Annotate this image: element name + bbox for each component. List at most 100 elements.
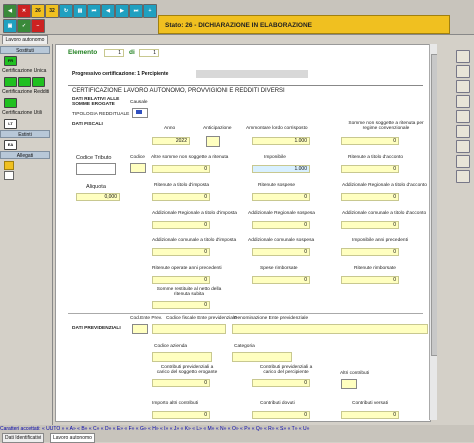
spese-rimborsate-input[interactable]: 0 xyxy=(252,276,310,284)
di-label: di xyxy=(129,49,135,56)
ea-button[interactable]: EA xyxy=(4,140,17,150)
folder-icon[interactable] xyxy=(456,125,470,138)
contributi-versati-input[interactable]: 0 xyxy=(341,411,399,419)
ritenute-acconto-label: Ritenute a titolo d'acconto xyxy=(348,155,404,160)
cu-button-2[interactable] xyxy=(18,77,31,87)
cu-button-3[interactable] xyxy=(32,77,45,87)
add-reg-sospesa-input[interactable]: 0 xyxy=(252,221,310,229)
main-form: Elemento 1 di 1 Progressivo certificazio… xyxy=(55,44,431,422)
code-26-button[interactable]: 26 xyxy=(31,4,45,18)
imponibile-anni-prec-input[interactable]: 0 xyxy=(341,248,399,256)
importo-altri-label: Importo altri contributi xyxy=(152,401,199,406)
print-icon[interactable]: ▤ xyxy=(73,4,87,18)
document-icon[interactable] xyxy=(456,65,470,78)
add-icon[interactable]: + xyxy=(143,4,157,18)
contributi-sogg-input[interactable]: 0 xyxy=(152,379,210,387)
imponibile-input[interactable]: 1.000 xyxy=(252,165,310,173)
categoria-input[interactable] xyxy=(232,352,292,362)
calendar-icon[interactable] xyxy=(456,50,470,63)
causale-select[interactable] xyxy=(132,108,148,118)
altre-somme-label: Altre somme non soggette a ritenuta xyxy=(151,155,229,160)
refresh-icon[interactable]: ↻ xyxy=(59,4,73,18)
delete-icon[interactable]: − xyxy=(31,19,45,33)
list-icon xyxy=(136,110,142,114)
sostituti-header[interactable]: Sostituti xyxy=(0,46,50,54)
anno-input[interactable]: 2022 xyxy=(152,137,190,145)
anticipazione-checkbox[interactable] xyxy=(206,136,220,147)
cert-utili-label[interactable]: Certificazione Utili xyxy=(2,110,50,116)
cr-button[interactable] xyxy=(4,98,17,108)
contributi-dovuti-input[interactable]: 0 xyxy=(252,411,310,419)
add-com-imposta-input[interactable]: 0 xyxy=(152,248,210,256)
first-icon[interactable]: ⏮ xyxy=(87,4,101,18)
add-com-acconto-input[interactable]: 0 xyxy=(341,221,399,229)
table-icon[interactable] xyxy=(456,80,470,93)
ammontare-label: Ammontare lordo corrisposto xyxy=(246,126,308,131)
cu-button-1[interactable] xyxy=(4,77,17,87)
somme-non-sogg-input[interactable]: 0 xyxy=(341,137,399,145)
codice-tributo-label: Codice Tributo xyxy=(76,155,112,161)
elemento-input[interactable]: 1 xyxy=(104,49,124,57)
dati-fiscali-label: DATI FISCALI xyxy=(72,122,103,127)
aliquota-label: Aliquota xyxy=(86,184,106,190)
folder-icon[interactable] xyxy=(4,161,14,170)
somme-restituite-label: Somme restituite al netto della ritenuta… xyxy=(156,287,222,297)
last-icon[interactable]: ⏭ xyxy=(129,4,143,18)
somme-restituite-input[interactable]: 0 xyxy=(152,301,210,309)
redacted-name xyxy=(196,70,308,78)
aliquota-input[interactable]: 0,000 xyxy=(76,193,120,201)
ritenute-sospese-input[interactable]: 0 xyxy=(252,193,310,201)
add-reg-acconto-input[interactable]: 0 xyxy=(341,193,399,201)
codice-input[interactable] xyxy=(130,163,146,173)
document-icon[interactable] xyxy=(4,171,14,180)
allegati-header[interactable]: Allegati xyxy=(0,151,50,159)
codice-azienda-input[interactable] xyxy=(152,352,212,362)
divider xyxy=(68,313,423,314)
cod-ente-prev-input[interactable] xyxy=(132,324,148,334)
categoria-label: Categoria xyxy=(234,344,255,349)
check-icon[interactable]: ✓ xyxy=(17,19,31,33)
info-icon[interactable] xyxy=(456,170,470,183)
ritenute-acconto-input[interactable]: 0 xyxy=(341,165,399,173)
right-toolbar xyxy=(437,36,474,428)
back-icon[interactable]: ◀ xyxy=(3,4,17,18)
codice-tributo-input[interactable] xyxy=(76,163,116,175)
calculator-icon[interactable] xyxy=(456,155,470,168)
contributi-dovuti-label: Contributi dovuti xyxy=(260,401,295,406)
prev-icon[interactable]: ◀ xyxy=(101,4,115,18)
di-input[interactable]: 1 xyxy=(139,49,159,57)
denominazione-label: Denominazione Ente previdenziale xyxy=(234,316,309,321)
importo-altri-input[interactable]: 0 xyxy=(152,411,210,419)
next-icon[interactable]: ▶ xyxy=(115,4,129,18)
cod-ente-prev-label: Cod.Ente Prev. xyxy=(130,316,163,321)
ritenute-imposta-input[interactable]: 0 xyxy=(152,193,210,201)
list-icon[interactable] xyxy=(456,110,470,123)
cert-title: CERTIFICAZIONE LAVORO AUTONOMO, PROVVIGI… xyxy=(72,88,285,94)
cert-unica-label[interactable]: Certificazione Unica xyxy=(2,68,50,74)
add-reg-imposta-input[interactable]: 0 xyxy=(152,221,210,229)
altre-somme-input[interactable]: 0 xyxy=(152,165,210,173)
denominazione-input[interactable] xyxy=(232,324,428,334)
estinti-header[interactable]: Estinti xyxy=(0,130,50,138)
add-com-sospesa-label: Addizionale comunale sospesa xyxy=(248,238,315,243)
edit-icon[interactable] xyxy=(456,95,470,108)
anticipazione-label: Anticipazione xyxy=(203,126,232,131)
status-bar: Stato: 26 - DICHIARAZIONE IN ELABORAZION… xyxy=(158,15,450,34)
cf-ente-input[interactable] xyxy=(152,324,226,334)
accepted-chars-bar: Caratteri accettati: « UUTO » « A» « B» … xyxy=(0,425,474,433)
altri-contributi-label: Altri contributi xyxy=(340,371,370,376)
close-icon[interactable]: ✕ xyxy=(17,4,31,18)
ritenute-rimborsate-input[interactable]: 0 xyxy=(341,276,399,284)
contributi-perc-input[interactable]: 0 xyxy=(252,379,310,387)
cert-redditi-label[interactable]: Certificazione Redditi xyxy=(2,89,50,95)
ammontare-input[interactable]: 1.000 xyxy=(252,137,310,145)
code-32-button[interactable]: 32 xyxy=(45,4,59,18)
save-icon[interactable]: ▣ xyxy=(3,19,17,33)
lt-button[interactable]: LT xyxy=(4,119,17,129)
ritenute-anni-prec-input[interactable]: 0 xyxy=(152,276,210,284)
print-icon[interactable] xyxy=(456,140,470,153)
fr-button[interactable]: FR xyxy=(4,56,17,66)
contributi-perc-label: Contributi previdenziali a carico del pe… xyxy=(259,365,313,375)
add-com-sospesa-input[interactable]: 0 xyxy=(252,248,310,256)
altri-contributi-input[interactable] xyxy=(341,379,357,389)
